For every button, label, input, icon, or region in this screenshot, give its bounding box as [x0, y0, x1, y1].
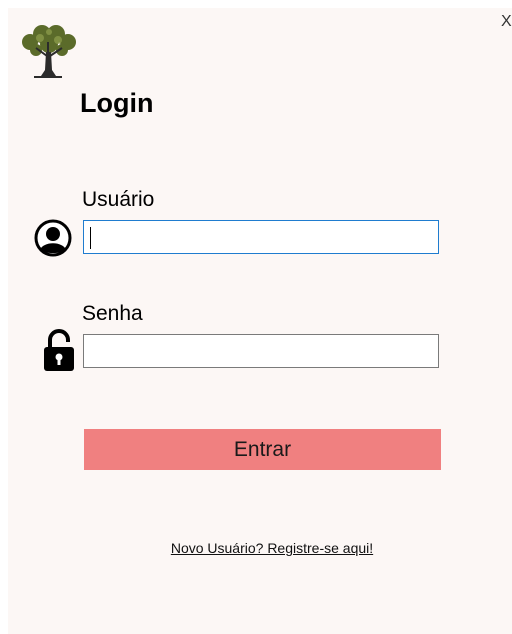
login-window: X Login Usuário Senha Entrar Novo Usuári… [8, 8, 512, 634]
lock-icon [44, 329, 74, 371]
user-icon [34, 219, 72, 257]
username-input[interactable] [83, 220, 439, 254]
close-button[interactable]: X [501, 14, 512, 30]
page-title: Login [80, 88, 154, 118]
username-label: Usuário [82, 188, 155, 211]
password-input[interactable] [83, 334, 439, 368]
register-link[interactable]: Novo Usuário? Registre-se aqui! [8, 540, 512, 556]
text-caret [90, 227, 91, 249]
tree-icon [22, 25, 76, 78]
login-button[interactable]: Entrar [84, 429, 441, 470]
password-label: Senha [82, 302, 143, 325]
